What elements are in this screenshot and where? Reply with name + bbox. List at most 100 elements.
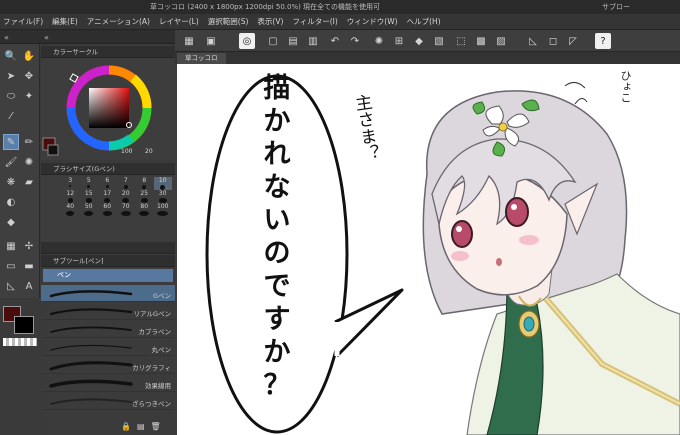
size-preset[interactable]: 80 xyxy=(135,203,154,216)
right-eye xyxy=(505,197,529,227)
brush-item-real-gpen[interactable]: リアルGペン xyxy=(41,303,175,320)
brush-item-rough-pen[interactable]: ざらつきペン xyxy=(41,393,175,410)
pencil-icon[interactable]: ✏ xyxy=(21,134,37,150)
subtool-footer: 🔒 ▤ 🗑 xyxy=(121,419,175,433)
select-all-icon[interactable]: ▩ xyxy=(473,33,489,49)
illustration xyxy=(205,74,680,435)
brush-item-calligraphy[interactable]: カリグラフィ xyxy=(41,357,175,374)
sub-color-chip[interactable] xyxy=(14,316,34,334)
size-preset[interactable]: 60 xyxy=(98,203,117,216)
drawing-canvas[interactable]: 描 か れ な い の で す か ？ 主さま？ ひょこ xyxy=(177,64,680,435)
open-icon[interactable]: ▤ xyxy=(285,33,301,49)
brush-item-gpen[interactable]: Gペン xyxy=(41,285,175,302)
size-preset[interactable]: 50 xyxy=(80,203,99,216)
move-layer-icon[interactable]: ✥ xyxy=(21,68,37,84)
size-preset[interactable]: 30 xyxy=(154,190,173,203)
zoom-icon[interactable]: 🔍 xyxy=(3,48,19,64)
size-preset-selected[interactable]: 10 xyxy=(153,177,172,190)
window-title-right: サブロー xyxy=(602,3,630,11)
text-icon[interactable]: A xyxy=(21,278,37,294)
window-title: 草コッコロ (2400 x 1800px 1200dpi 50.0%) 現在全て… xyxy=(150,3,381,11)
deselect-icon[interactable]: ⬚ xyxy=(453,33,469,49)
selection-icon[interactable]: ⬭ xyxy=(3,88,19,104)
bubble-char: の xyxy=(263,238,291,269)
menu-view[interactable]: 表示(V) xyxy=(257,16,283,27)
color-chips xyxy=(0,300,40,435)
layer-icon[interactable]: ▣ xyxy=(203,33,219,49)
new-subtool-icon[interactable]: ▤ xyxy=(137,422,145,431)
size-preset[interactable]: 6 xyxy=(98,177,117,190)
subtool-group-tab[interactable]: ペン xyxy=(43,269,173,282)
operation-icon[interactable]: ➤ xyxy=(3,68,19,84)
ruler-icon[interactable]: ▬ xyxy=(21,258,37,274)
redo-icon[interactable]: ↷ xyxy=(347,33,363,49)
pen-icon[interactable]: ✎ xyxy=(3,134,19,150)
gradient-icon[interactable]: ▦ xyxy=(3,238,19,254)
hand-icon[interactable]: ✋ xyxy=(21,48,37,64)
save-icon[interactable]: ▥ xyxy=(305,33,321,49)
menu-animation[interactable]: アニメーション(A) xyxy=(87,16,150,27)
eyedropper-icon[interactable]: ⁄ xyxy=(3,108,19,124)
subtool-title: サブツール[ペン] xyxy=(53,257,104,265)
menu-help[interactable]: ヘルプ(H) xyxy=(407,16,441,27)
clip-studio-icon[interactable]: ◎ xyxy=(239,33,255,49)
color-wheel[interactable] xyxy=(41,58,175,160)
clear-icon[interactable]: ✺ xyxy=(371,33,387,49)
menu-file[interactable]: ファイル(F) xyxy=(3,16,43,27)
decoration-icon[interactable]: ❋ xyxy=(3,174,19,190)
size-preset[interactable]: 70 xyxy=(117,203,136,216)
left-dock: « « 🔍 ✋ ➤ ✥ ⬭ ✦ ⁄ ✎ ✏ 🖌 ✺ ❋ ▰ ◐ ◆ ▦ ✢ ▭ … xyxy=(0,30,175,435)
menu-selection[interactable]: 選択範囲(S) xyxy=(208,16,249,27)
size-preset[interactable]: 40 xyxy=(61,203,80,216)
command-bar: ▦ ▣ ◎ ▢ ▤ ▥ ↶ ↷ ✺ ⊞ ◆ ▧ ⬚ ▩ ▨ ◺ ◻ ◸ ? xyxy=(175,30,680,52)
blend-icon[interactable]: ◐ xyxy=(3,194,19,210)
size-preset[interactable]: 17 xyxy=(98,190,117,203)
brush-icon[interactable]: 🖌 xyxy=(3,154,19,170)
airbrush-icon[interactable]: ✺ xyxy=(21,154,37,170)
menu-edit[interactable]: 編集(E) xyxy=(52,16,78,27)
size-preset[interactable]: 15 xyxy=(80,190,99,203)
menu-icon[interactable]: ▦ xyxy=(181,33,197,49)
size-preset[interactable]: 25 xyxy=(135,190,154,203)
size-preset[interactable]: 3 xyxy=(61,177,80,190)
transform-icon[interactable]: ⊞ xyxy=(391,33,407,49)
subtool-panel: サブツール[ペン] ペン Gペン リアルGペン カブラペン 丸ペン カリグラフィ… xyxy=(41,255,175,435)
magic-wand-icon[interactable]: ✦ xyxy=(21,88,37,104)
brush-item-kabura[interactable]: カブラペン xyxy=(41,321,175,338)
frame-icon[interactable]: ▭ xyxy=(3,258,19,274)
canvas-tab[interactable]: 草コッコロ xyxy=(177,53,226,64)
size-preset[interactable]: 8 xyxy=(135,177,154,190)
fill-icon[interactable]: ◆ xyxy=(3,214,19,230)
figure-icon[interactable]: ✢ xyxy=(21,238,37,254)
lock-icon[interactable]: 🔒 xyxy=(121,422,131,431)
fill-selection-icon[interactable]: ▧ xyxy=(431,33,447,49)
color-circle-header: カラーサークル xyxy=(41,46,175,58)
size-preset[interactable]: 5 xyxy=(80,177,99,190)
snap-special-icon[interactable]: ◸ xyxy=(565,33,581,49)
menu-window[interactable]: ウィンドウ(W) xyxy=(347,16,398,27)
cut-icon[interactable]: ◆ xyxy=(411,33,427,49)
color-hue-value: 100 xyxy=(121,148,133,155)
brush-item-maru[interactable]: 丸ペン xyxy=(41,339,175,356)
size-preset[interactable]: 20 xyxy=(117,190,136,203)
invert-icon[interactable]: ▨ xyxy=(493,33,509,49)
snap-ruler-icon[interactable]: ◺ xyxy=(525,33,541,49)
menu-filter[interactable]: フィルター(I) xyxy=(292,16,337,27)
help-icon[interactable]: ? xyxy=(595,33,611,49)
eraser-icon[interactable]: ▰ xyxy=(21,174,37,190)
undo-icon[interactable]: ↶ xyxy=(327,33,343,49)
size-preset[interactable]: 100 xyxy=(154,203,173,216)
menu-layer[interactable]: レイヤー(L) xyxy=(159,16,199,27)
new-file-icon[interactable]: ▢ xyxy=(265,33,281,49)
bubble-char: ？ xyxy=(263,370,291,401)
size-preset[interactable]: 7 xyxy=(117,177,136,190)
size-preset[interactable]: 12 xyxy=(61,190,80,203)
bubble-char: 描 xyxy=(263,73,291,104)
ruler-triangle-icon[interactable]: ◺ xyxy=(3,278,19,294)
color-value-value: 20 xyxy=(145,148,153,155)
brush-item-effect-line[interactable]: 効果線用 xyxy=(41,375,175,392)
transparent-color-chip[interactable] xyxy=(3,338,37,346)
snap-grid-icon[interactable]: ◻ xyxy=(545,33,561,49)
delete-subtool-icon[interactable]: 🗑 xyxy=(151,422,161,431)
left-eye xyxy=(451,220,473,248)
